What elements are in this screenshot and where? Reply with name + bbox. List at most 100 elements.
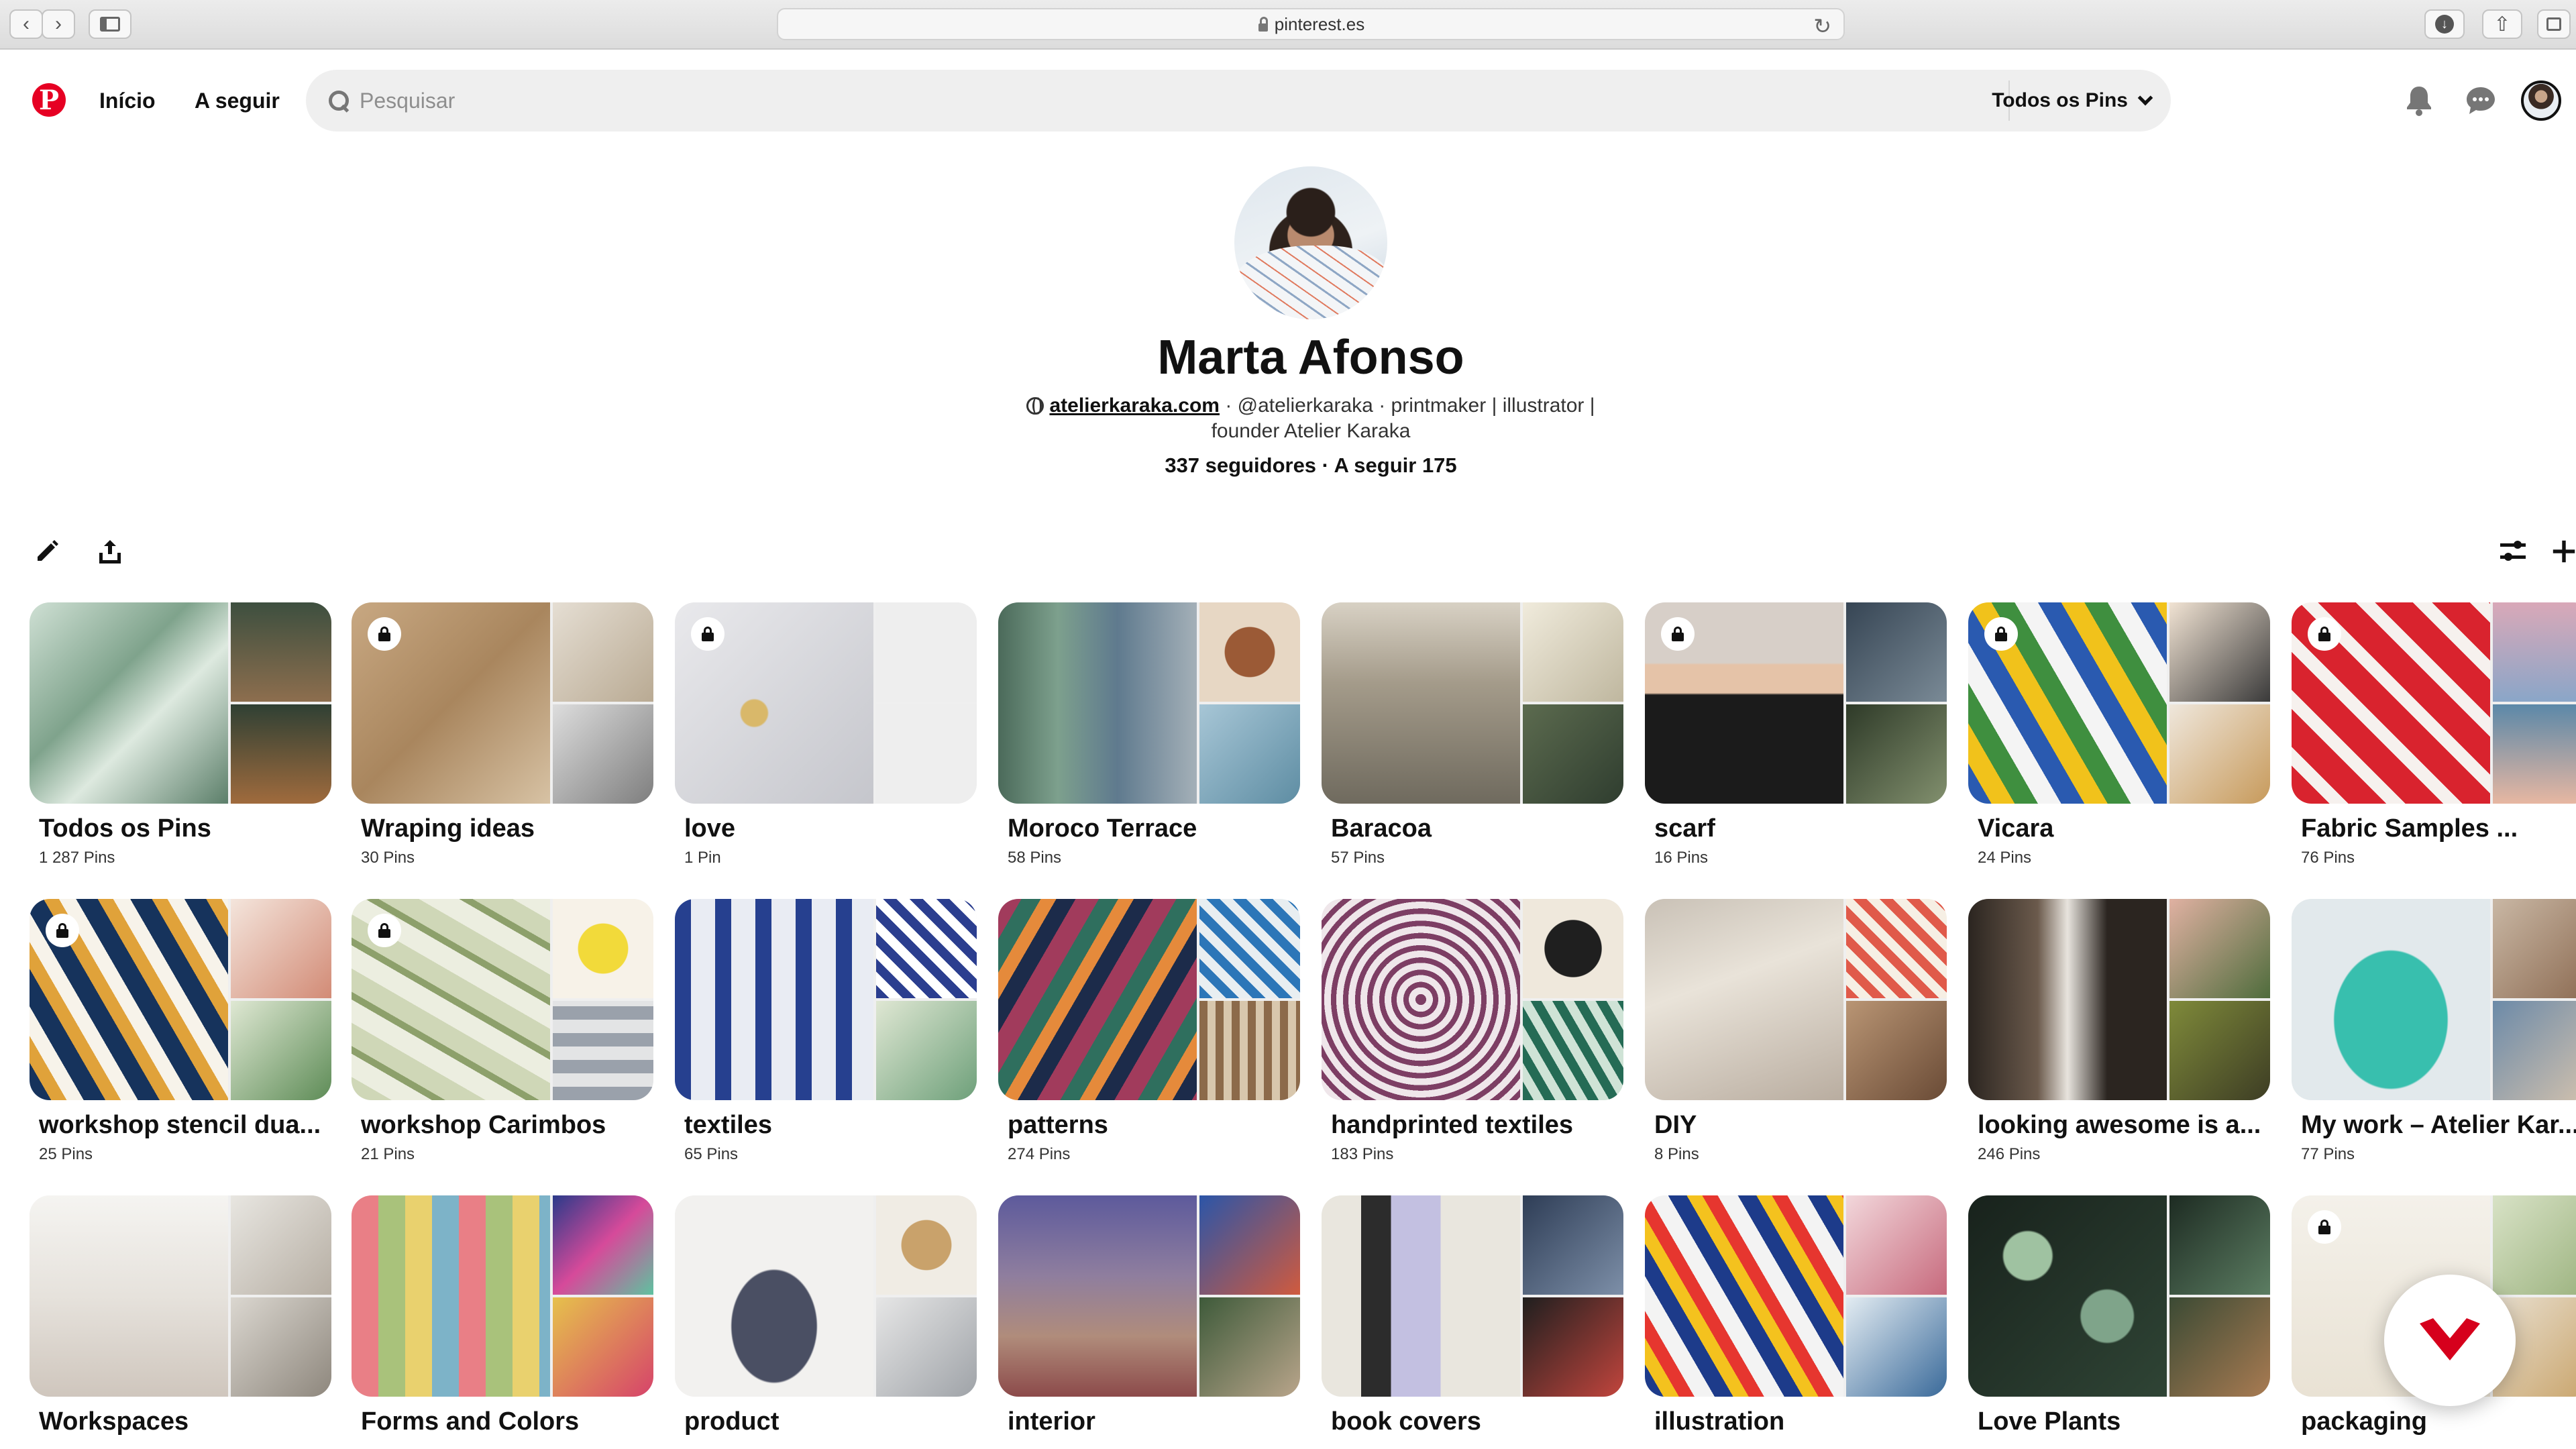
board-card[interactable]: Moroco Terrace 58 Pins [998,602,1300,867]
nav-home[interactable]: Início [99,89,156,113]
board-cover-image [998,1195,1197,1397]
board-card[interactable]: textiles 65 Pins [675,899,977,1164]
board-cover-image [675,1195,873,1397]
search-input[interactable] [360,88,1902,113]
board-card[interactable]: Forms and Colors [352,1195,653,1442]
board-cover-image [1322,899,1520,1100]
board-cover-image [1199,602,1300,702]
board-card[interactable]: love 1 Pin [675,602,977,867]
board-title: patterns [1008,1111,1108,1139]
board-cover[interactable] [1322,602,1623,804]
lock-icon [378,923,390,938]
board-title: Vicara [1978,814,2054,843]
board-cover[interactable] [675,899,977,1100]
website-link[interactable]: atelierkaraka.com [1049,394,1220,417]
profile-avatar-button[interactable] [2521,80,2561,121]
board-cover[interactable] [998,1195,1300,1397]
board-card[interactable]: My work – Atelier Kar... 77 Pins [2292,899,2576,1164]
board-card[interactable]: illustration [1645,1195,1947,1442]
board-card[interactable]: Baracoa 57 Pins [1322,602,1623,867]
back-button[interactable]: ‹ [9,9,43,39]
nav-following[interactable]: A seguir [195,89,280,113]
board-title: looking awesome is a... [1978,1111,2261,1139]
tabs-button[interactable] [2537,9,2571,39]
board-cover[interactable] [1322,899,1623,1100]
board-cover[interactable] [1645,602,1947,804]
board-cover[interactable] [1645,899,1947,1100]
filter-button[interactable] [2497,535,2529,568]
board-cover[interactable] [1968,899,2270,1100]
chat-icon [2467,87,2495,114]
board-pin-count: 16 Pins [1654,849,1709,867]
board-pin-count: 65 Pins [684,1145,739,1163]
address-bar[interactable]: pinterest.es ↻ [777,8,1845,40]
board-card[interactable]: patterns 274 Pins [998,899,1300,1164]
sidebar-toggle-button[interactable] [89,9,131,39]
follow-stats[interactable]: 337 seguidores · A seguir 175 [0,453,2576,478]
board-title: scarf [1654,814,1715,843]
board-cover[interactable] [352,602,653,804]
board-cover[interactable] [352,899,653,1100]
edit-profile-button[interactable] [31,535,63,568]
board-cover[interactable] [30,602,331,804]
board-card[interactable]: Workspaces [30,1195,331,1442]
share-button[interactable]: ⇧ [2482,9,2522,39]
lock-icon [2318,1220,2330,1234]
board-title: handprinted textiles [1331,1111,1574,1139]
board-cover-image [2169,602,2270,702]
board-card[interactable]: Todos os Pins 1 287 Pins [30,602,331,867]
board-title: book covers [1331,1407,1481,1436]
board-card[interactable]: Fabric Samples ... 76 Pins [2292,602,2576,867]
board-card[interactable]: DIY 8 Pins [1645,899,1947,1164]
board-card[interactable]: workshop Carimbos 21 Pins [352,899,653,1164]
board-cover-image [1846,1001,1947,1100]
floating-action-button[interactable] [2384,1275,2516,1406]
notifications-button[interactable] [2400,82,2438,119]
board-title: textiles [684,1111,772,1139]
board-card[interactable]: Wraping ideas 30 Pins [352,602,653,867]
board-cover[interactable] [2292,899,2576,1100]
board-cover[interactable] [998,899,1300,1100]
board-card[interactable]: Love Plants [1968,1195,2270,1442]
search-scope-dropdown[interactable]: Todos os Pins [1992,70,2153,131]
board-title: Moroco Terrace [1008,814,1197,843]
forward-button[interactable]: › [42,9,75,39]
pinterest-logo-icon[interactable]: P [32,83,66,117]
board-cover[interactable] [1322,1195,1623,1397]
board-cover-image [231,1195,331,1295]
board-cover-image [553,899,653,998]
board-cover[interactable] [352,1195,653,1397]
board-title: Love Plants [1978,1407,2121,1436]
board-cover-image [876,602,977,702]
board-pin-count: 30 Pins [361,849,415,867]
board-cover[interactable] [998,602,1300,804]
board-card[interactable]: interior [998,1195,1300,1442]
board-cover[interactable] [675,602,977,804]
board-card[interactable]: handprinted textiles 183 Pins [1322,899,1623,1164]
board-cover-image [998,602,1197,804]
secret-board-badge [368,914,401,947]
board-card[interactable]: Vicara 24 Pins [1968,602,2270,867]
board-cover[interactable] [2292,602,2576,804]
lock-icon [1672,627,1684,641]
messages-button[interactable] [2462,82,2500,119]
board-card[interactable]: product [675,1195,977,1442]
board-cover-image [553,1195,653,1295]
board-cover-image [352,1195,550,1397]
reload-icon[interactable]: ↻ [1813,13,1831,39]
board-cover[interactable] [1645,1195,1947,1397]
share-profile-button[interactable] [94,535,126,568]
board-card[interactable]: scarf 16 Pins [1645,602,1947,867]
downloads-button[interactable]: ↓ [2424,9,2465,39]
board-cover-image [1846,704,1947,804]
board-cover[interactable] [30,899,331,1100]
board-card[interactable]: book covers [1322,1195,1623,1442]
board-card[interactable]: workshop stencil dua... 25 Pins [30,899,331,1164]
create-button[interactable] [2552,535,2576,568]
board-card[interactable]: looking awesome is a... 246 Pins [1968,899,2270,1164]
url-text: pinterest.es [1274,13,1365,34]
board-cover[interactable] [1968,1195,2270,1397]
board-cover[interactable] [675,1195,977,1397]
board-cover[interactable] [1968,602,2270,804]
board-cover[interactable] [30,1195,331,1397]
